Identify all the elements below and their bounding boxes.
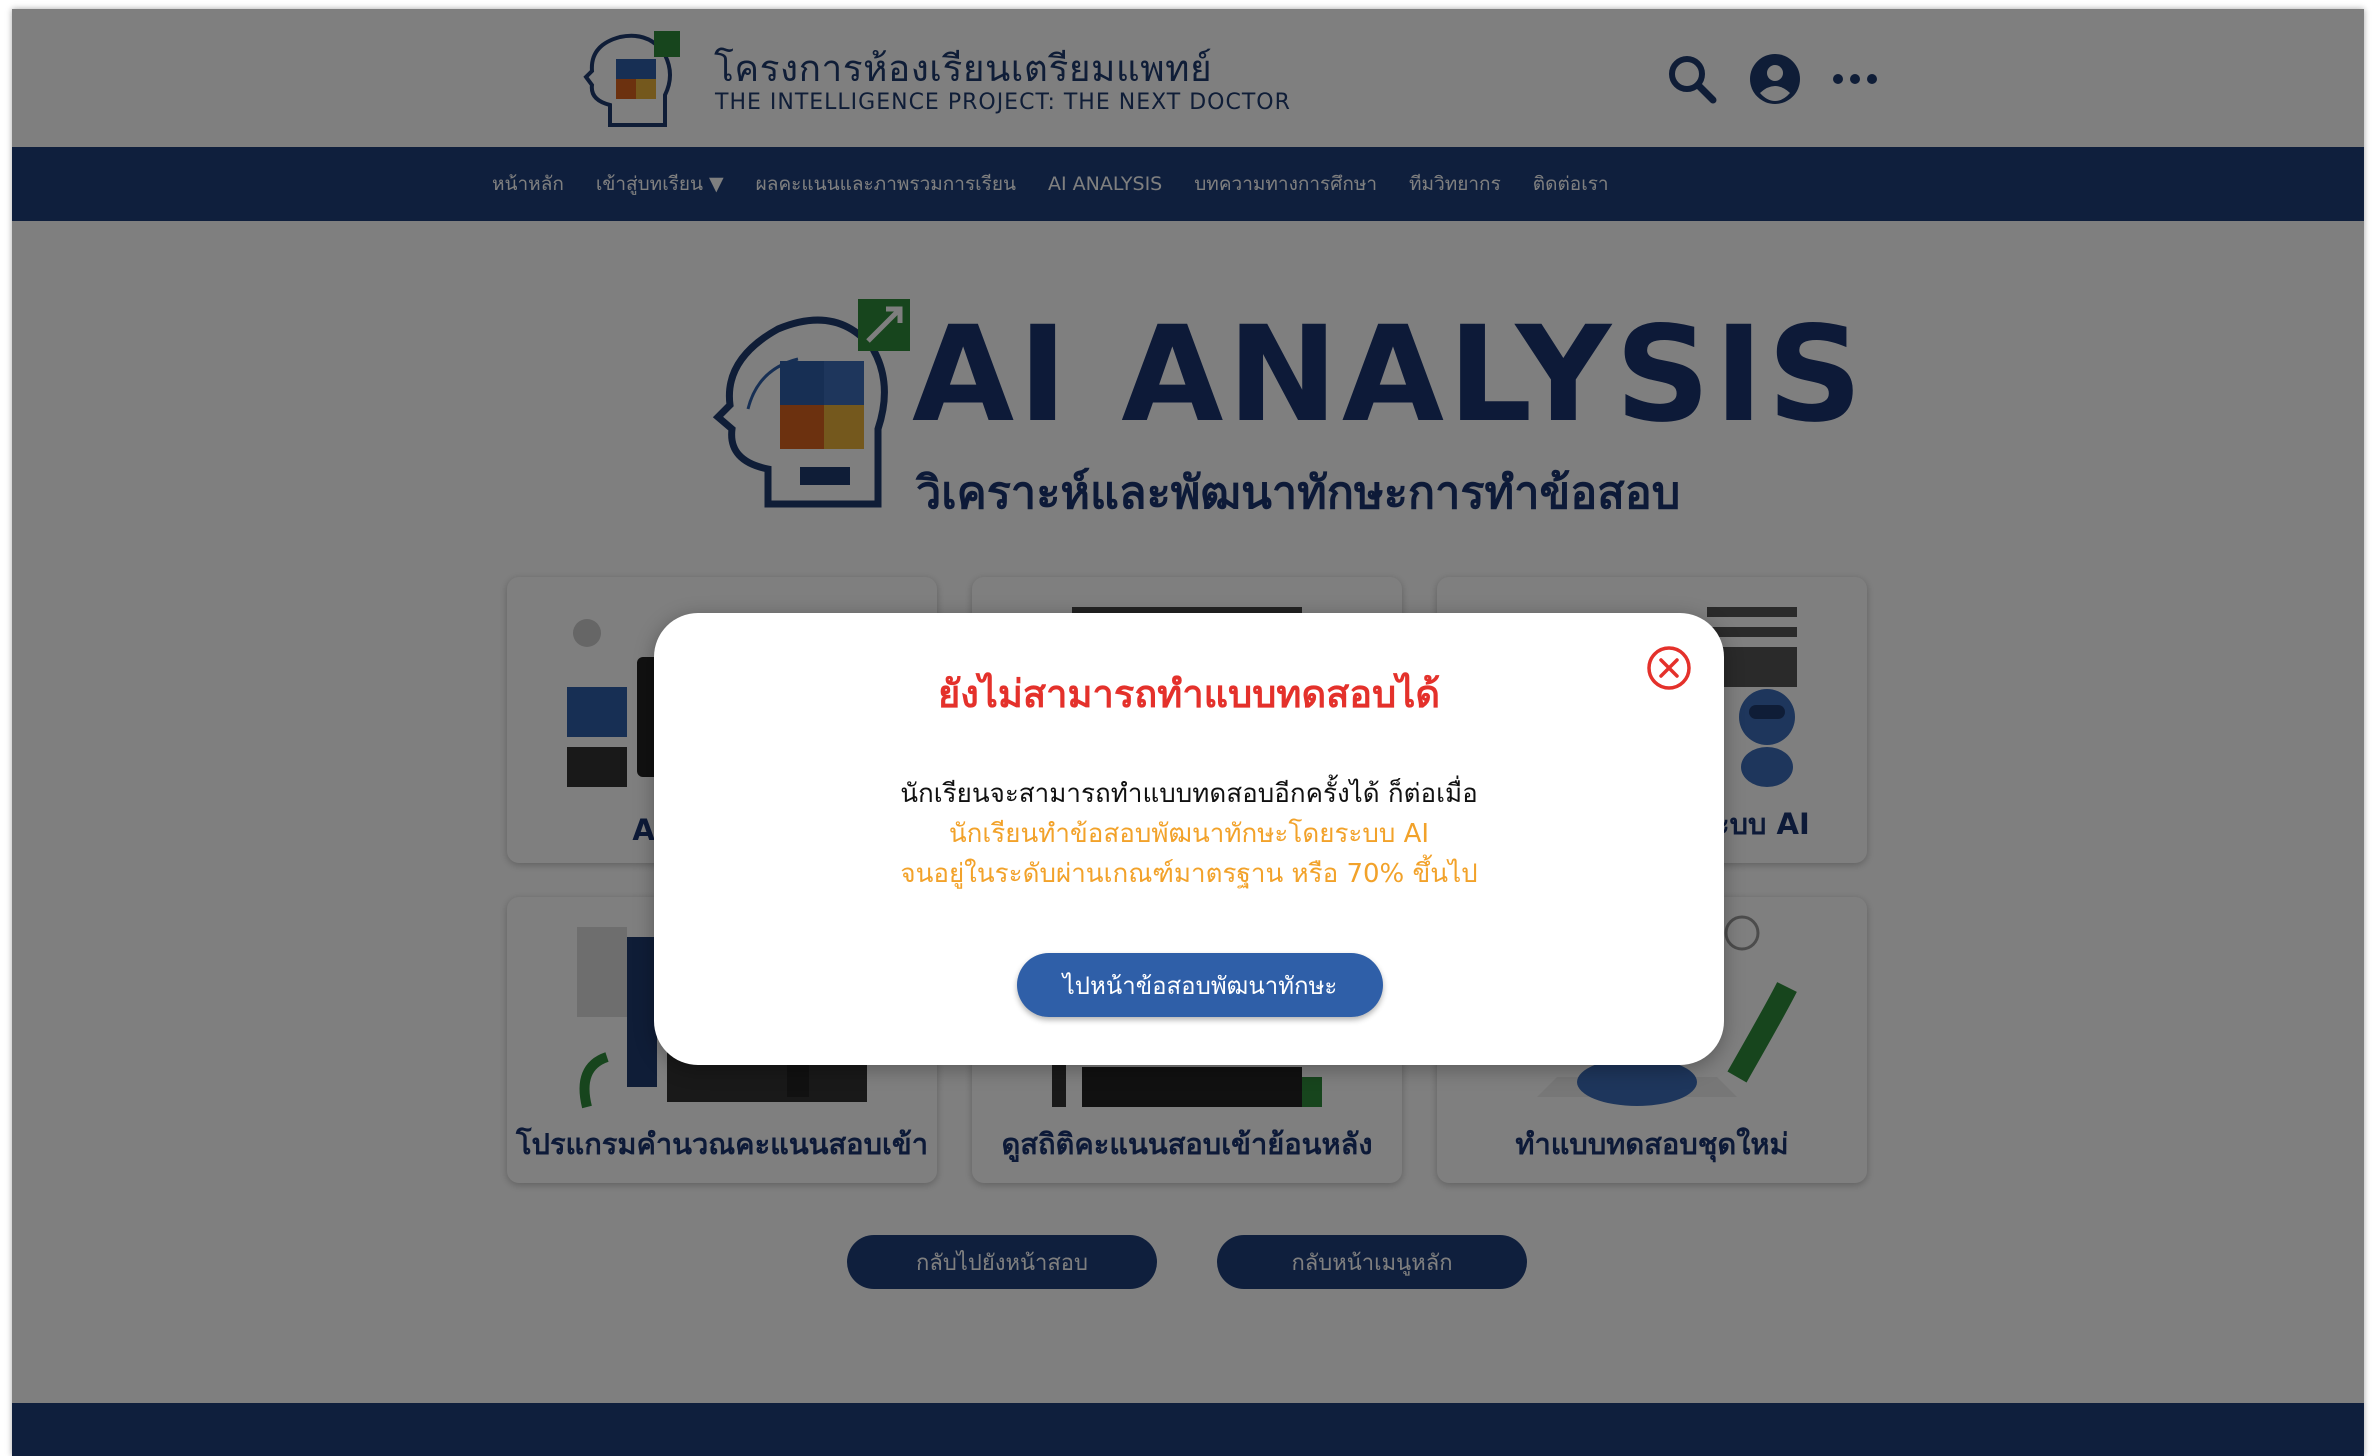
go-to-practice-button[interactable]: ไปหน้าข้อสอบพัฒนาทักษะ (1017, 953, 1383, 1017)
cannot-take-test-dialog: ยังไม่สามารถทำแบบทดสอบได้ นักเรียนจะสามา… (654, 613, 1724, 1065)
browser-page: โครงการห้องเรียนเตรียมแพทย์ THE INTELLIG… (12, 9, 2364, 1456)
dialog-condition-line: นักเรียนทำข้อสอบพัฒนาทักษะโดยระบบ AI (948, 819, 1430, 849)
dialog-threshold-line: จนอยู่ในระดับผ่านเกณฑ์มาตรฐาน หรือ 70% ข… (900, 859, 1478, 889)
dialog-message: นักเรียนจะสามารถทำแบบทดสอบอีกครั้งได้ ก็… (900, 779, 1478, 809)
dialog-title: ยังไม่สามารถทำแบบทดสอบได้ (937, 672, 1441, 716)
